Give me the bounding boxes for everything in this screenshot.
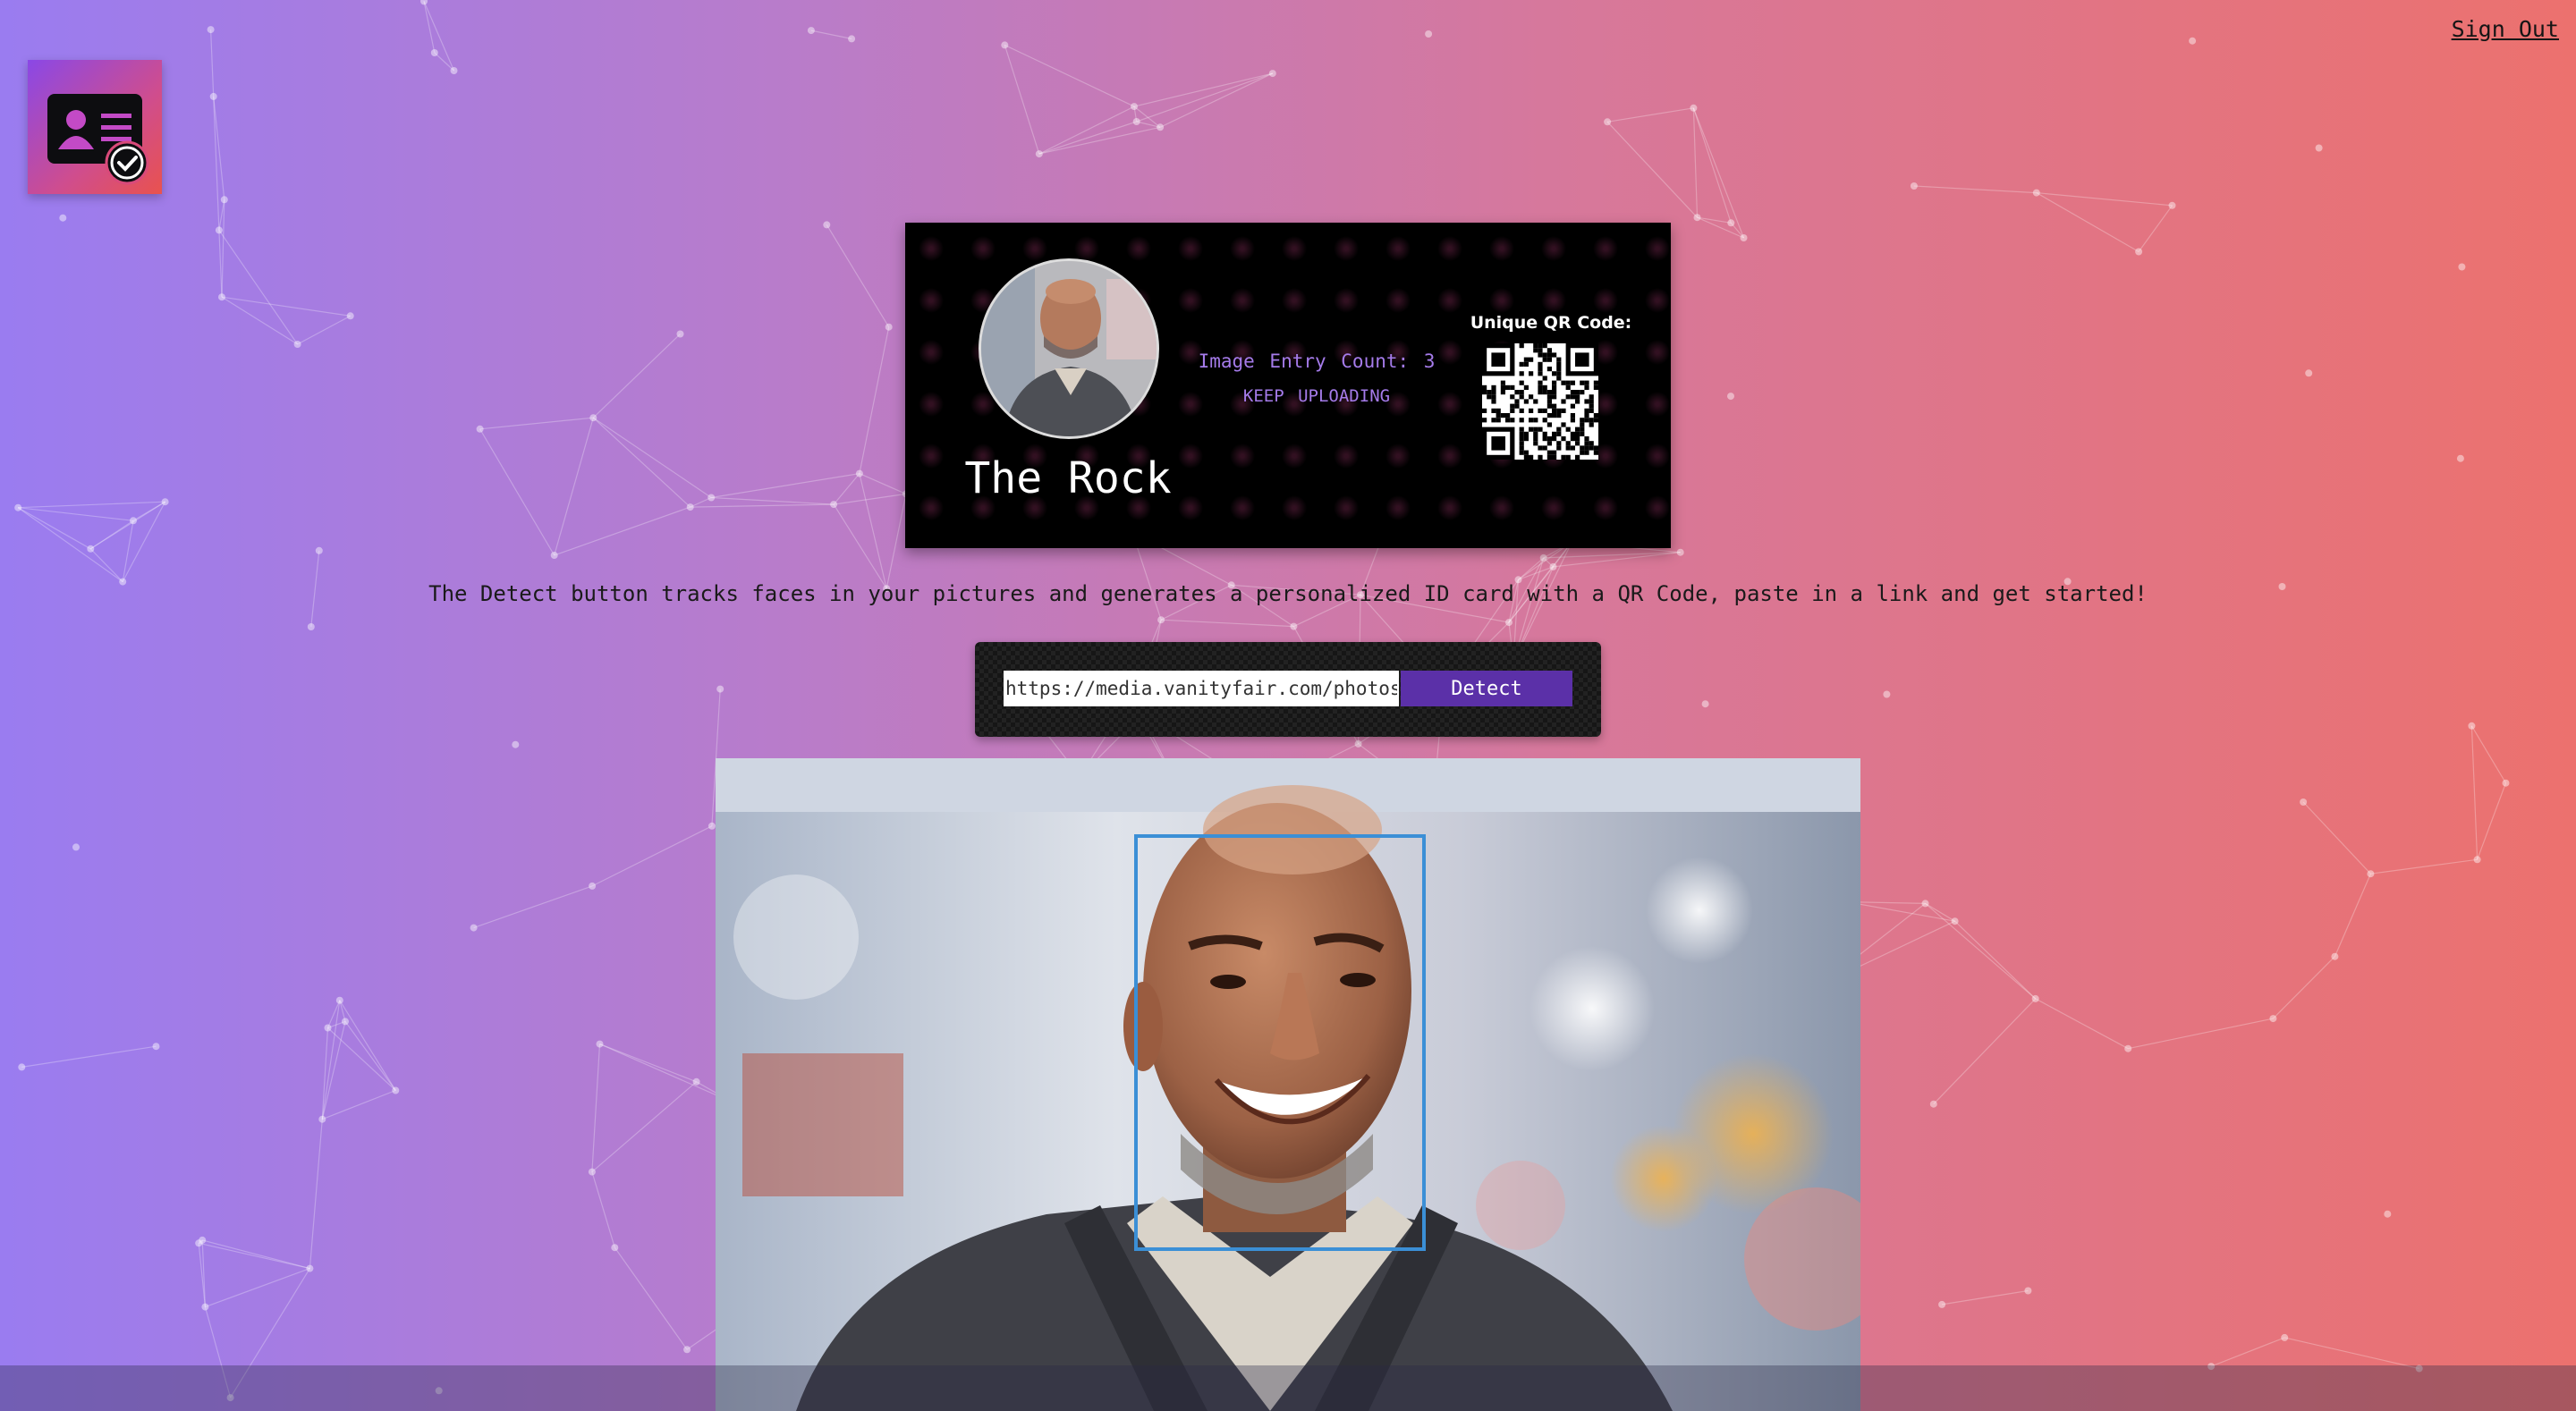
url-input[interactable] <box>1004 671 1399 706</box>
image-entry-count: Image Entry Count: 3 <box>1198 351 1436 372</box>
detect-button[interactable]: Detect <box>1401 671 1572 706</box>
result-photo <box>716 758 1860 1411</box>
card-name: The Rock <box>964 453 1172 503</box>
qr-code <box>1482 343 1598 460</box>
bottom-bar <box>0 1365 2576 1411</box>
tagline: The Detect button tracks faces in your p… <box>428 581 2148 606</box>
avatar-photo <box>981 261 1157 436</box>
search-bar: Detect <box>975 642 1601 737</box>
app-logo <box>28 60 162 194</box>
sign-out-link[interactable]: Sign Out <box>2452 16 2559 42</box>
upload-status: KEEP UPLOADING <box>1242 386 1391 406</box>
id-card-check-icon <box>47 94 149 185</box>
qr-label: Unique QR Code: <box>1470 313 1632 333</box>
avatar <box>979 258 1159 439</box>
face-bounding-box <box>1134 834 1426 1251</box>
id-card: The Rock Image Entry Count: 3 KEEP UPLOA… <box>905 223 1671 548</box>
